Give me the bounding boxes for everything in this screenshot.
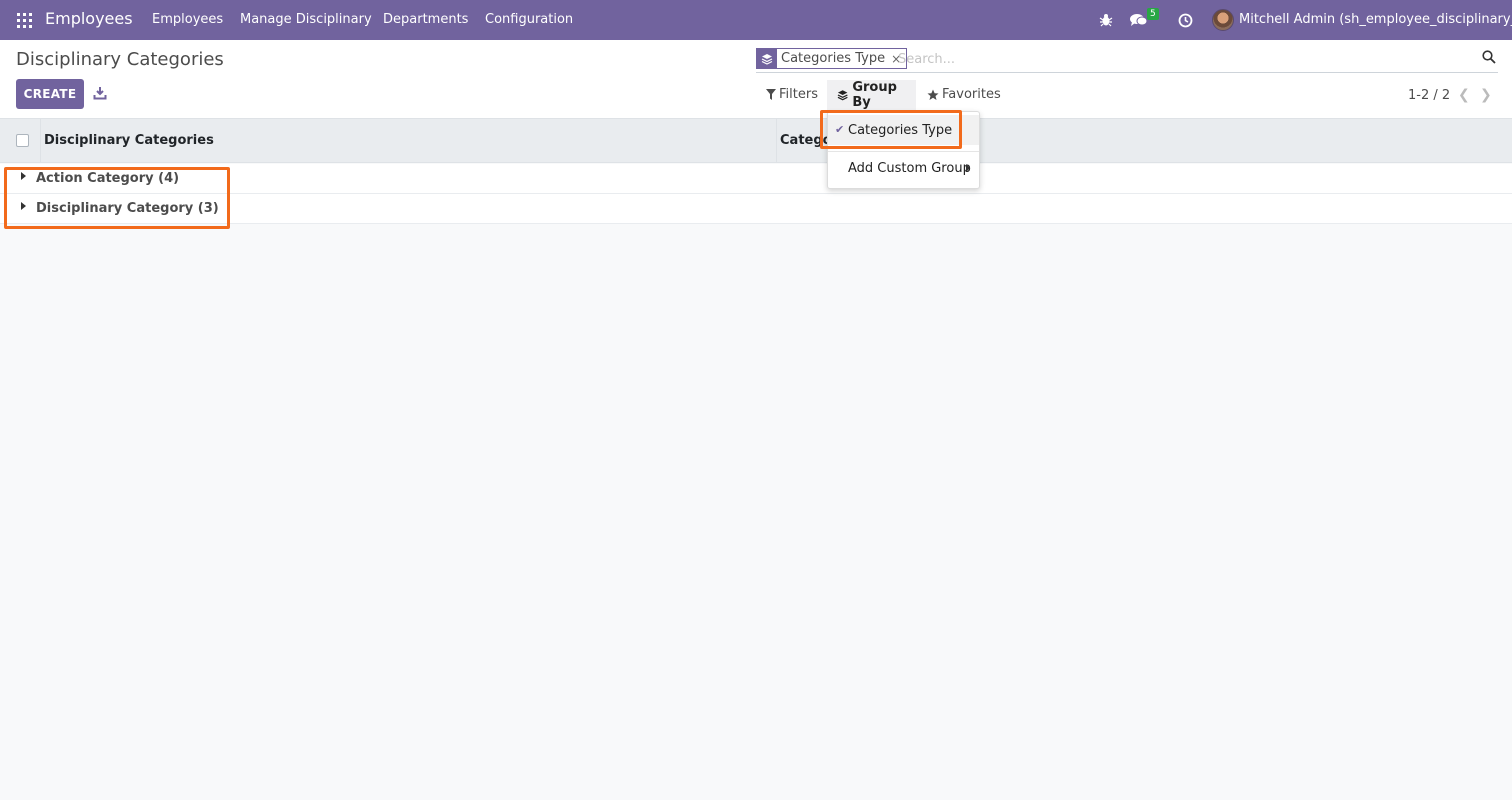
user-name[interactable]: Mitchell Admin (sh_employee_disciplinary… bbox=[1239, 12, 1512, 27]
group-row[interactable]: Action Category (4) bbox=[0, 164, 1512, 194]
search-bar: Categories Type × bbox=[756, 46, 1498, 73]
control-panel: Disciplinary Categories CREATE Categorie… bbox=[0, 40, 1512, 119]
group-by-option-categories-type[interactable]: ✔ Categories Type bbox=[828, 115, 979, 145]
group-label: Action Category (4) bbox=[36, 171, 180, 186]
group-row[interactable]: Disciplinary Category (3) bbox=[0, 194, 1512, 224]
search-facet: Categories Type × bbox=[756, 48, 908, 69]
group-by-button[interactable]: Group By bbox=[827, 80, 916, 110]
column-divider bbox=[40, 119, 41, 163]
facet-label: Categories Type bbox=[781, 51, 886, 66]
caret-right-icon bbox=[21, 202, 26, 210]
menu-manage-disciplinary[interactable]: Manage Disciplinary bbox=[240, 12, 372, 27]
add-custom-group-option[interactable]: Add Custom Group bbox=[828, 153, 979, 183]
menu-employees[interactable]: Employees bbox=[152, 12, 223, 27]
filter-icon bbox=[766, 89, 776, 100]
bug-icon[interactable] bbox=[1099, 0, 1113, 40]
option-label: Add Custom Group bbox=[848, 160, 971, 176]
column-divider bbox=[776, 119, 777, 163]
check-icon: ✔ bbox=[835, 123, 845, 136]
group-label: Disciplinary Category (3) bbox=[36, 201, 219, 216]
favorites-label: Favorites bbox=[942, 87, 1001, 102]
caret-right-icon bbox=[21, 172, 26, 180]
apps-grid-icon[interactable] bbox=[17, 13, 32, 28]
column-header-disciplinary-categories[interactable]: Disciplinary Categories bbox=[44, 133, 214, 148]
dropdown-divider bbox=[828, 151, 979, 152]
create-button[interactable]: CREATE bbox=[16, 79, 84, 109]
layers-icon bbox=[757, 49, 777, 68]
menu-configuration[interactable]: Configuration bbox=[485, 12, 573, 27]
page-title: Disciplinary Categories bbox=[16, 49, 224, 70]
list-header: Disciplinary Categories Categor bbox=[0, 119, 1512, 163]
pager-value[interactable]: 1-2 / 2 bbox=[1408, 88, 1450, 103]
menu-departments[interactable]: Departments bbox=[383, 12, 468, 27]
search-input[interactable] bbox=[898, 49, 1458, 69]
app-name[interactable]: Employees bbox=[45, 9, 133, 28]
favorites-button[interactable]: Favorites bbox=[927, 87, 1001, 102]
top-navbar: Employees Employees Manage Disciplinary … bbox=[0, 0, 1512, 40]
search-icon[interactable] bbox=[1482, 50, 1496, 64]
layers-icon bbox=[837, 90, 848, 101]
filters-button[interactable]: Filters bbox=[766, 87, 818, 102]
caret-right-icon bbox=[966, 164, 970, 172]
pager-next-icon[interactable]: ❯ bbox=[1480, 87, 1492, 103]
filters-label: Filters bbox=[779, 87, 818, 102]
option-label: Categories Type bbox=[848, 122, 953, 138]
messages-badge: 5 bbox=[1147, 8, 1159, 20]
star-icon bbox=[927, 89, 939, 100]
avatar[interactable] bbox=[1212, 9, 1234, 31]
chat-icon[interactable] bbox=[1130, 0, 1148, 40]
clock-icon[interactable] bbox=[1178, 0, 1193, 40]
group-by-label: Group By bbox=[852, 80, 897, 110]
download-icon[interactable] bbox=[93, 86, 107, 100]
pager-previous-icon[interactable]: ❮ bbox=[1458, 87, 1470, 103]
select-all-checkbox[interactable] bbox=[16, 134, 29, 147]
group-by-dropdown: ✔ Categories Type Add Custom Group bbox=[827, 111, 980, 189]
